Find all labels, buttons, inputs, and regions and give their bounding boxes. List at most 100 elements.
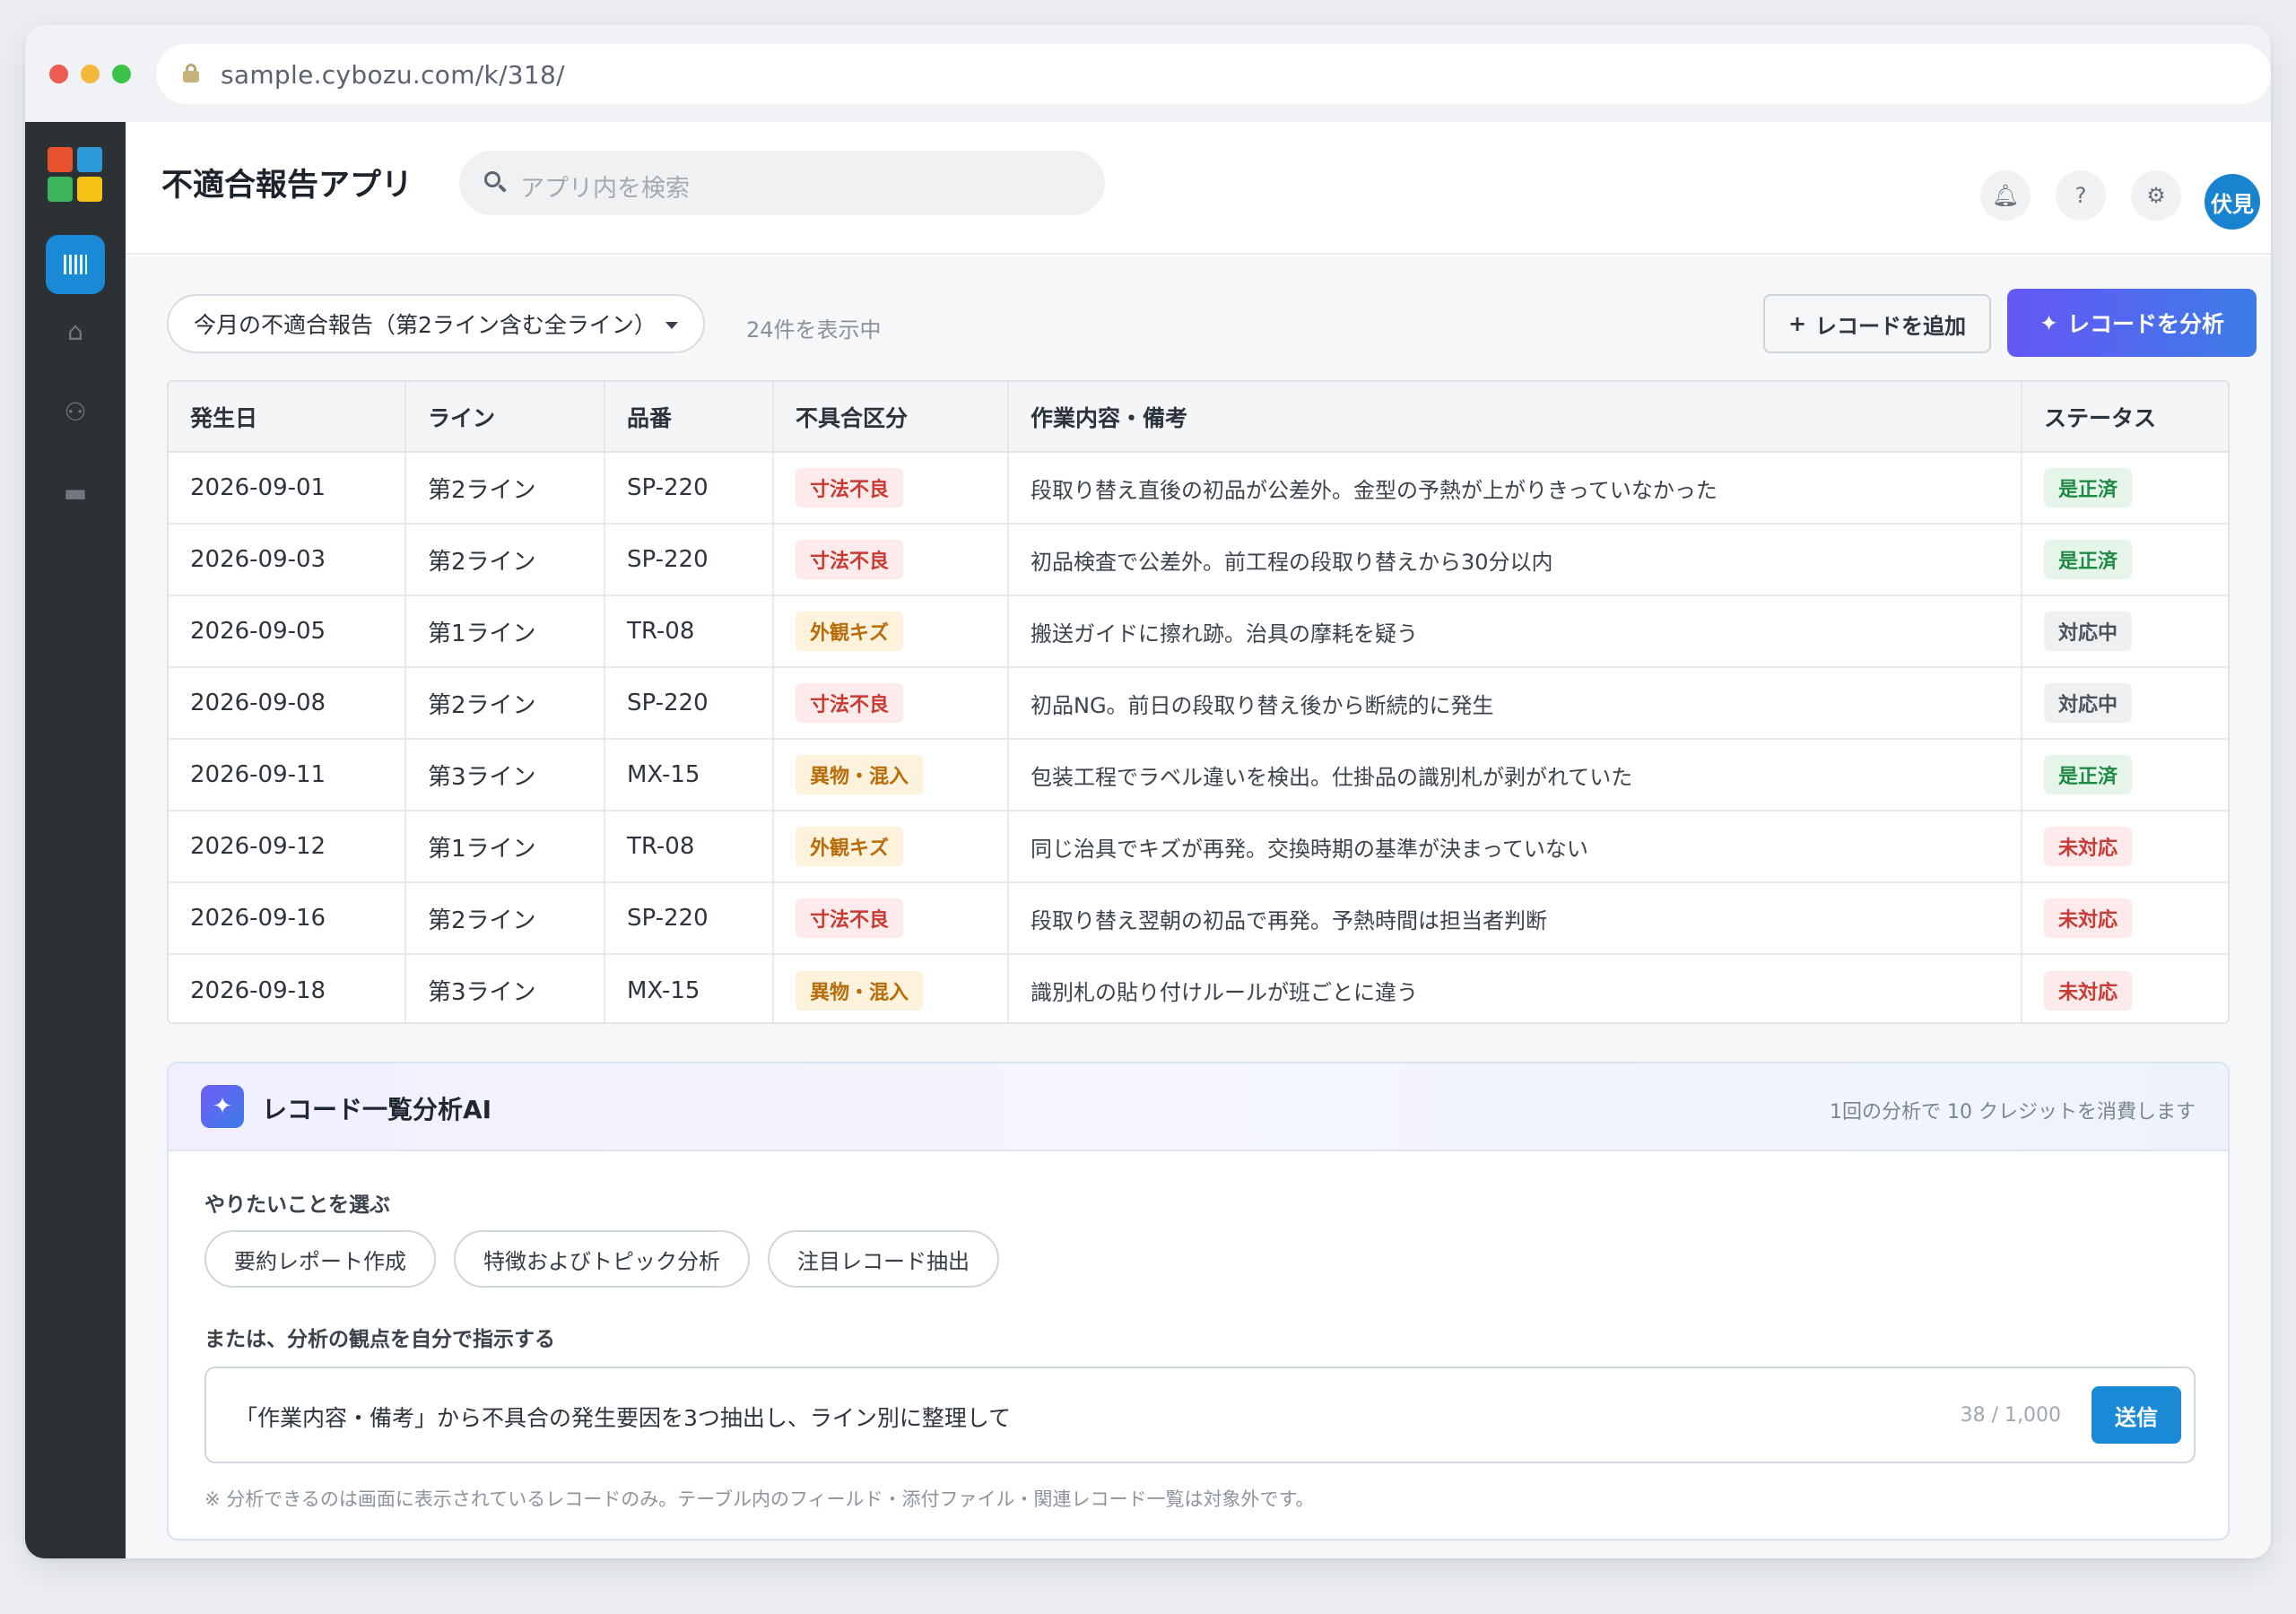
status-badge: 未対応 (2044, 827, 2133, 866)
help-button[interactable]: ? (2056, 170, 2106, 221)
cell-status: 未対応 (2022, 882, 2228, 955)
column-header-date[interactable]: 発生日 (169, 382, 406, 453)
table-header-row: 発生日 ライン 品番 不具合区分 作業内容・備考 ステータス (169, 382, 2228, 453)
status-badge: 是正済 (2044, 468, 2133, 508)
cell-date: 2026-09-01 (169, 452, 406, 525)
user-avatar[interactable]: 伏見 (2205, 174, 2260, 230)
analysis-prompt-input[interactable]: 「作業内容・備考」から不具合の発生要因を3つ抽出し、ライン別に整理して 38 /… (204, 1367, 2196, 1463)
column-header-line[interactable]: ライン (405, 382, 605, 453)
cell-part-number: SP-220 (604, 882, 774, 955)
chip-highlight-records[interactable]: 注目レコード抽出 (768, 1230, 999, 1288)
bell-icon: 🔔︎ (1991, 183, 2020, 208)
app-title: 不適合報告アプリ (161, 168, 413, 204)
defect-badge: 寸法不良 (796, 540, 904, 579)
cell-notes: 同じ治具でキズが再発。交換時期の基準が決まっていない (1008, 811, 2022, 883)
cell-status: 是正済 (2022, 524, 2228, 596)
send-button[interactable]: 送信 (2092, 1386, 2181, 1444)
add-record-button[interactable]: + レコードを追加 (1763, 294, 1991, 353)
cell-notes: 包装工程でラベル違いを検出。仕掛品の識別札が剥がれていた (1008, 739, 2022, 811)
defect-badge: 異物・混入 (796, 970, 924, 1011)
cell-defect-type: 異物・混入 (773, 739, 1009, 811)
table-row[interactable]: 2026-09-12 第1ライン TR-08 外観キズ 同じ治具でキズが再発。交… (169, 811, 2228, 883)
help-icon: ? (2074, 183, 2087, 208)
column-header-defect-type[interactable]: 不具合区分 (773, 382, 1009, 453)
cell-part-number: SP-220 (604, 452, 774, 525)
cell-date: 2026-09-03 (169, 524, 406, 596)
chip-summary-report[interactable]: 要約レポート作成 (204, 1230, 436, 1288)
lock-icon (183, 64, 199, 82)
record-table: 発生日 ライン 品番 不具合区分 作業内容・備考 ステータス 2026-09-0… (167, 380, 2230, 1024)
people-icon: ⚇ (64, 396, 87, 427)
cell-notes: 段取り替え直後の初品が公差外。金型の予熱が上がりきっていなかった (1008, 452, 2022, 525)
sidebar-item-space[interactable]: ▬ (46, 463, 105, 522)
analyze-records-button[interactable]: ✦ レコードを分析 (2007, 289, 2257, 357)
analyze-records-label: レコードを分析 (2066, 311, 2224, 337)
defect-badge: 寸法不良 (796, 898, 904, 938)
table-row[interactable]: 2026-09-03 第2ライン SP-220 寸法不良 初品検査で公差外。前工… (169, 524, 2228, 596)
cell-notes: 段取り替え翌朝の初品で再発。予熱時間は担当者判断 (1008, 882, 2022, 955)
defect-badge: 外観キズ (796, 827, 904, 866)
cell-line: 第3ライン (405, 954, 605, 1022)
defect-badge: 外観キズ (796, 612, 904, 651)
cell-part-number: SP-220 (604, 524, 774, 596)
cell-defect-type: 寸法不良 (773, 452, 1009, 525)
ai-panel-header: ✦ レコード一覧分析AI 1回の分析で 10 クレジットを消費します (169, 1063, 2228, 1151)
notification-button[interactable]: 🔔︎ (1980, 170, 2031, 221)
table-row[interactable]: 2026-09-18 第3ライン MX-15 異物・混入 識別札の貼り付けルール… (169, 954, 2228, 1022)
cell-date: 2026-09-18 (169, 954, 406, 1022)
search-icon (484, 171, 508, 195)
app-search-input[interactable]: アプリ内を検索 (459, 151, 1105, 215)
cell-date: 2026-09-05 (169, 595, 406, 668)
table-row[interactable]: 2026-09-01 第2ライン SP-220 寸法不良 段取り替え直後の初品が… (169, 452, 2228, 525)
cell-defect-type: 外観キズ (773, 811, 1009, 883)
chevron-down-icon (665, 322, 678, 329)
close-window-button[interactable] (49, 65, 68, 83)
table-row[interactable]: 2026-09-16 第2ライン SP-220 寸法不良 段取り替え翌朝の初品で… (169, 882, 2228, 955)
view-select[interactable]: 今月の不適合報告（第2ライン含む全ライン） (167, 294, 705, 353)
table-row[interactable]: 2026-09-11 第3ライン MX-15 異物・混入 包装工程でラベル違いを… (169, 739, 2228, 811)
url-text: sample.cybozu.com/k/318/ (221, 60, 565, 90)
choose-action-label: やりたいことを選ぶ (204, 1193, 390, 1217)
status-badge: 未対応 (2044, 970, 2133, 1011)
status-badge: 是正済 (2044, 540, 2133, 579)
view-select-label: 今月の不適合報告（第2ライン含む全ライン） (194, 312, 657, 338)
sidebar-item-home[interactable]: ⌂ (46, 301, 105, 360)
cell-line: 第1ライン (405, 811, 605, 883)
cell-defect-type: 異物・混入 (773, 954, 1009, 1022)
sidebar-item-app[interactable] (46, 235, 105, 294)
credits-note: 1回の分析で 10 クレジットを消費します (1830, 1101, 2196, 1124)
ai-panel-title: レコード一覧分析AI (262, 1095, 492, 1124)
column-header-notes[interactable]: 作業内容・備考 (1008, 382, 2022, 453)
app-header: 不適合報告アプリ アプリ内を検索 🔔︎ ? ⚙ 伏見 (126, 122, 2271, 255)
column-header-part-number[interactable]: 品番 (604, 382, 774, 453)
cell-line: 第2ライン (405, 667, 605, 740)
custom-instruction-label: または、分析の観点を自分で指示する (204, 1328, 555, 1351)
cell-defect-type: 外観キズ (773, 595, 1009, 668)
table-row[interactable]: 2026-09-05 第1ライン TR-08 外観キズ 搬送ガイドに擦れ跡。治具… (169, 595, 2228, 668)
column-header-status[interactable]: ステータス (2022, 382, 2228, 453)
cell-line: 第2ライン (405, 882, 605, 955)
sidebar-item-people[interactable]: ⚇ (46, 382, 105, 441)
settings-button[interactable]: ⚙ (2131, 170, 2181, 221)
cell-date: 2026-09-08 (169, 667, 406, 740)
defect-badge: 寸法不良 (796, 683, 904, 723)
analysis-footnote: ※ 分析できるのは画面に表示されているレコードのみ。テーブル内のフィールド・添付… (204, 1488, 1315, 1510)
status-badge: 対応中 (2044, 683, 2133, 723)
cell-defect-type: 寸法不良 (773, 524, 1009, 596)
cell-date: 2026-09-11 (169, 739, 406, 811)
status-badge: 対応中 (2044, 612, 2133, 651)
chip-topic-analysis[interactable]: 特徴およびトピック分析 (454, 1230, 750, 1288)
cell-line: 第2ライン (405, 452, 605, 525)
maximize-window-button[interactable] (112, 65, 131, 83)
cell-date: 2026-09-16 (169, 882, 406, 955)
main-content: 今月の不適合報告（第2ライン含む全ライン） 24件を表示中 + レコードを追加 … (126, 256, 2271, 1558)
defect-badge: 異物・混入 (796, 755, 924, 794)
cell-part-number: SP-220 (604, 667, 774, 740)
minimize-window-button[interactable] (81, 65, 100, 83)
table-row[interactable]: 2026-09-08 第2ライン SP-220 寸法不良 初品NG。前日の段取り… (169, 667, 2228, 740)
cell-notes: 初品NG。前日の段取り替え後から断続的に発生 (1008, 667, 2022, 740)
cell-status: 未対応 (2022, 954, 2228, 1022)
address-bar[interactable]: sample.cybozu.com/k/318/ (156, 44, 2271, 104)
cell-notes: 識別札の貼り付けルールが班ごとに違う (1008, 954, 2022, 1022)
kintone-logo-icon[interactable] (48, 147, 102, 202)
